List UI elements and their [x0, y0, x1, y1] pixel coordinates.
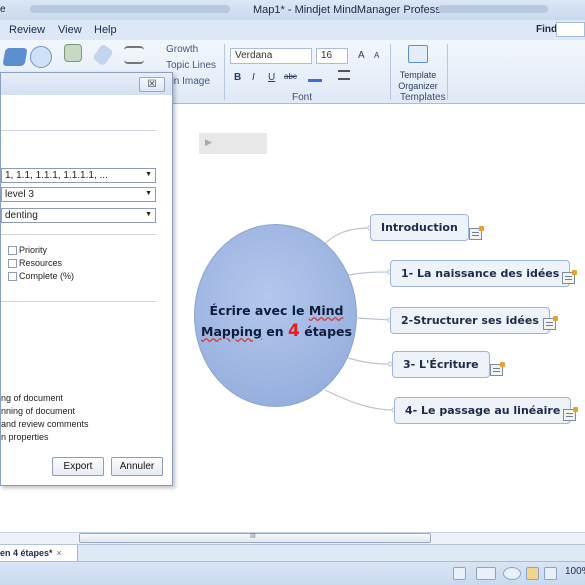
subtopic-ecriture[interactable]: 3- L'Écriture [392, 351, 490, 378]
central-topic-mind: Mind [308, 303, 344, 318]
numbering-select[interactable]: 1, 1.1, 1.1.1, 1.1.1.1, ... [1, 168, 156, 183]
filter-icon[interactable] [476, 567, 496, 580]
central-topic-number: 4 [288, 321, 300, 341]
subtopic-passage-lineaire[interactable]: 4- Le passage au linéaire [394, 397, 572, 424]
note-icon[interactable] [562, 270, 577, 284]
zoom-fit-icon[interactable] [544, 567, 557, 580]
resources-checkbox[interactable] [8, 259, 17, 268]
level-select[interactable]: level 3 [1, 187, 156, 202]
priority-label: Priority [19, 245, 48, 255]
priority-checkbox[interactable] [8, 246, 17, 255]
divider [1, 234, 156, 235]
zoom-level[interactable]: 100% [565, 566, 585, 577]
resources-label: Resources [19, 258, 63, 268]
export-button[interactable]: Export [52, 457, 104, 476]
subtopic-structurer-idees[interactable]: 2-Structurer ses idées [390, 307, 550, 334]
note-icon[interactable] [543, 316, 558, 330]
map-view-icon[interactable] [453, 567, 466, 580]
divider [1, 130, 156, 131]
central-topic-etapes: étapes [299, 324, 352, 339]
note-icon[interactable] [469, 226, 484, 240]
subtopic-introduction[interactable]: Introduction [370, 214, 469, 241]
tab-map1[interactable]: en 4 étapes* × [0, 545, 78, 562]
scrollbar-thumb[interactable]: III [79, 533, 431, 543]
divider [1, 301, 156, 302]
subtopic-naissance-idees[interactable]: 1- La naissance des idées [390, 260, 571, 287]
document-tab-bar: en 4 étapes* × [0, 544, 585, 562]
cancel-button[interactable]: Annuler [111, 457, 163, 476]
complete-checkbox[interactable] [8, 272, 17, 281]
note-icon[interactable] [490, 362, 505, 376]
tab-close-icon[interactable]: × [57, 548, 62, 558]
central-topic-en: en [261, 324, 289, 339]
status-bar [0, 561, 585, 585]
note-icon[interactable] [563, 407, 578, 421]
horizontal-scrollbar[interactable]: III [0, 532, 585, 544]
scrollbar-grip: III [250, 533, 256, 540]
central-topic-mapping: Mapping [201, 324, 262, 339]
export-dialog: ☒ 1, 1.1, 1.1.1, 1.1.1.1, ... level 3 de… [0, 72, 173, 486]
indenting-select[interactable]: denting [1, 208, 156, 223]
fit-map-icon[interactable] [526, 567, 539, 580]
layout-icon[interactable] [503, 567, 521, 580]
central-topic-line1: Écrire avec le [209, 303, 309, 318]
option-review-comments[interactable]: and review comments [1, 419, 89, 429]
complete-label: Complete (%) [19, 271, 75, 281]
central-topic[interactable]: Écrire avec le Mind Mapping en 4 étapes [194, 224, 357, 407]
option-properties[interactable]: n properties [1, 432, 49, 442]
dialog-close-button[interactable]: ☒ [139, 77, 165, 92]
option-beginning-of-document[interactable]: nning of document [1, 406, 75, 416]
tab-map1-label: en 4 étapes* [0, 548, 53, 558]
option-end-of-document[interactable]: ng of document [1, 393, 63, 403]
